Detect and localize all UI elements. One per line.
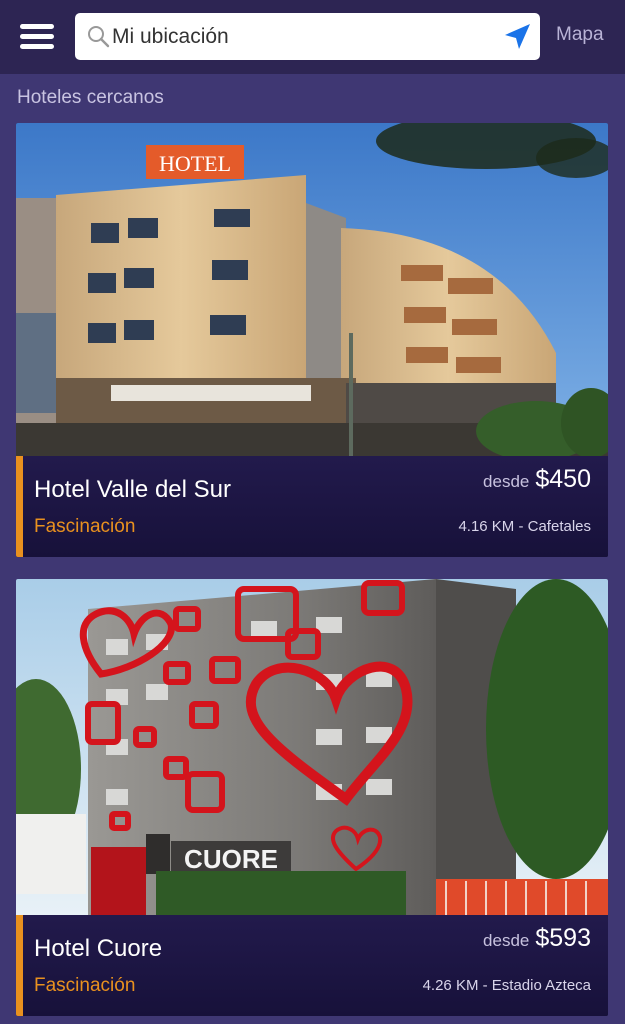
- hotel-info: Hotel Valle del Sur Fascinación desde $45…: [16, 456, 608, 557]
- hotel-price: $593: [535, 924, 591, 952]
- price-prefix: desde: [483, 931, 530, 950]
- search-input[interactable]: [112, 21, 492, 52]
- price-block: desde $450: [483, 465, 591, 494]
- hotel-price: $450: [535, 465, 591, 493]
- hotel-name: Hotel Valle del Sur: [34, 476, 231, 503]
- location-arrow-icon[interactable]: [502, 22, 532, 52]
- hotel-card[interactable]: HOTEL Hotel Valle del Sur Fascinación de…: [16, 123, 608, 557]
- hotel-name: Hotel Cuore: [34, 935, 163, 962]
- hotel-card[interactable]: CUORE Hotel Cuore Fascinación desde $593 …: [16, 579, 608, 1016]
- hotel-distance: 4.16 KM - Cafetales: [458, 518, 591, 535]
- hotel-category: Fascinación: [34, 975, 136, 996]
- hotel-photo: CUORE: [16, 579, 608, 915]
- hotel-sign-text: CUORE: [184, 844, 278, 874]
- top-bar: Mapa: [0, 0, 625, 74]
- price-prefix: desde: [483, 472, 530, 491]
- price-block: desde $593: [483, 924, 591, 953]
- section-title: Hoteles cercanos: [17, 87, 164, 108]
- hamburger-menu-icon[interactable]: [20, 24, 54, 50]
- hotel-info: Hotel Cuore Fascinación desde $593 4.26 K…: [16, 915, 608, 1016]
- map-link[interactable]: Mapa: [556, 24, 604, 46]
- hotel-distance: 4.26 KM - Estadio Azteca: [422, 977, 591, 994]
- accent-bar: [16, 456, 23, 557]
- hotel-sign-text: HOTEL: [159, 151, 231, 176]
- hotel-category: Fascinación: [34, 516, 136, 537]
- search-icon: [88, 26, 110, 48]
- hotel-photo: HOTEL: [16, 123, 608, 456]
- accent-bar: [16, 915, 23, 1016]
- search-bar[interactable]: [75, 13, 540, 60]
